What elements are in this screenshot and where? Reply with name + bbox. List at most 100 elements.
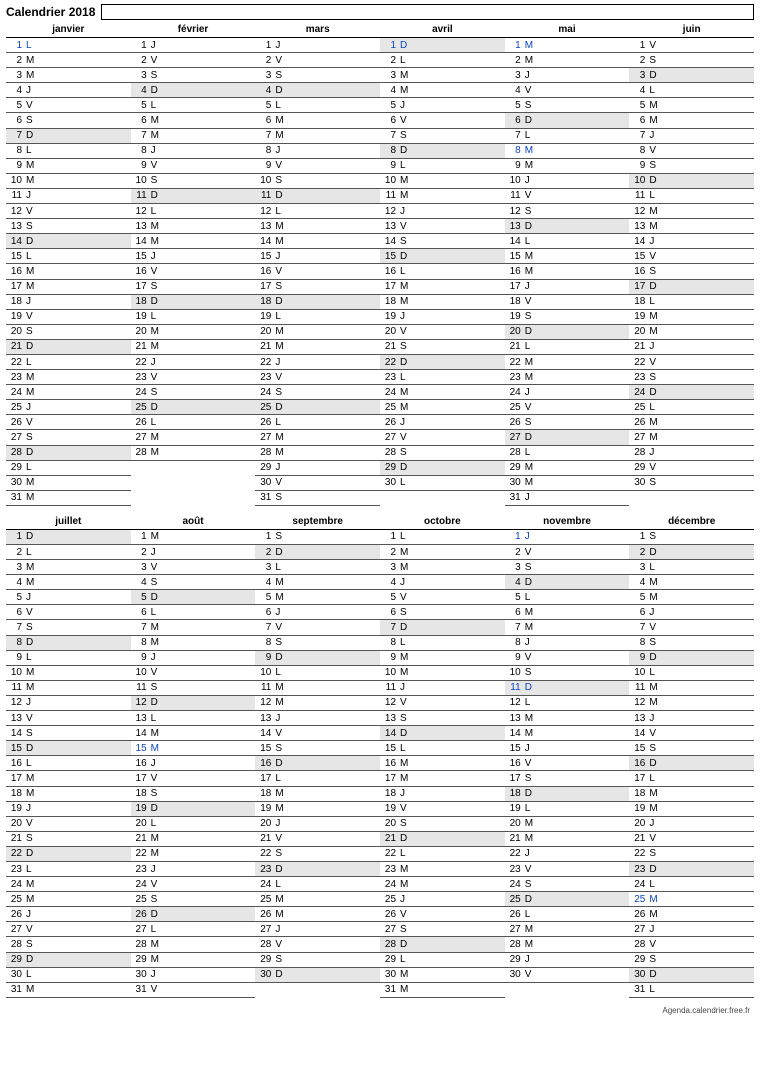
day-cell: 23D xyxy=(629,862,754,877)
day-cell: 8V xyxy=(629,144,754,159)
day-cell: 28M xyxy=(255,446,380,461)
day-cell: 30D xyxy=(629,968,754,983)
day-cell: 30L xyxy=(6,968,131,983)
day-number: 13 xyxy=(8,221,26,232)
day-weekday: L xyxy=(400,637,414,648)
day-cell: 9V xyxy=(255,159,380,174)
day-cell: 30D xyxy=(255,968,380,983)
day-number: 3 xyxy=(257,562,275,573)
day-number: 19 xyxy=(631,803,649,814)
day-number: 23 xyxy=(631,864,649,875)
day-number: 6 xyxy=(133,607,151,618)
day-weekday: J xyxy=(26,697,40,708)
day-number: 11 xyxy=(8,682,26,693)
day-cell: 22S xyxy=(629,847,754,862)
day-number: 1 xyxy=(631,40,649,51)
day-weekday: S xyxy=(151,281,165,292)
day-cell: 6D xyxy=(505,113,630,128)
day-weekday: S xyxy=(26,221,40,232)
day-cell: 12L xyxy=(131,204,256,219)
day-number: 7 xyxy=(631,622,649,633)
day-cell: 27D xyxy=(505,430,630,445)
day-number: 27 xyxy=(8,924,26,935)
day-weekday: L xyxy=(400,372,414,383)
day-cell: 13J xyxy=(629,711,754,726)
day-weekday: V xyxy=(151,55,165,66)
day-number: 14 xyxy=(631,728,649,739)
day-weekday: J xyxy=(275,145,289,156)
day-cell: 8L xyxy=(6,144,131,159)
day-weekday: S xyxy=(649,477,663,488)
day-weekday: D xyxy=(400,833,414,844)
day-weekday: V xyxy=(275,266,289,277)
day-weekday: L xyxy=(400,266,414,277)
day-weekday: S xyxy=(400,607,414,618)
day-weekday: L xyxy=(275,417,289,428)
day-weekday: V xyxy=(151,562,165,573)
month-col-mai: mai1M2M3J4V5S6D7L8M9M10J11V12S13D14L15M1… xyxy=(505,22,630,506)
day-cell: 8D xyxy=(380,144,505,159)
day-number: 29 xyxy=(8,462,26,473)
day-number: 30 xyxy=(631,477,649,488)
day-weekday: M xyxy=(275,326,289,337)
day-cell: 17M xyxy=(380,771,505,786)
day-number: 8 xyxy=(8,145,26,156)
day-number: 11 xyxy=(382,190,400,201)
day-weekday: J xyxy=(26,190,40,201)
day-number: 24 xyxy=(507,387,525,398)
day-number: 15 xyxy=(133,743,151,754)
day-cell: 2M xyxy=(505,53,630,68)
day-weekday: S xyxy=(525,667,539,678)
day-weekday: J xyxy=(525,387,539,398)
day-number: 20 xyxy=(257,326,275,337)
day-weekday: J xyxy=(400,682,414,693)
day-number: 12 xyxy=(257,697,275,708)
day-weekday: S xyxy=(649,743,663,754)
day-cell: 12D xyxy=(131,696,256,711)
day-weekday: J xyxy=(26,296,40,307)
month-col-novembre: novembre1J2V3S4D5L6M7M8J9V10S11D12L13M14… xyxy=(505,514,630,998)
day-weekday: V xyxy=(649,251,663,262)
day-number: 12 xyxy=(382,697,400,708)
day-number: 17 xyxy=(257,281,275,292)
day-number: 1 xyxy=(257,40,275,51)
day-number: 13 xyxy=(507,221,525,232)
day-cell: 3D xyxy=(629,68,754,83)
day-number: 12 xyxy=(631,697,649,708)
day-cell: 2V xyxy=(255,53,380,68)
day-number: 13 xyxy=(133,221,151,232)
day-weekday: M xyxy=(649,909,663,920)
day-cell: 31L xyxy=(629,983,754,998)
day-number: 19 xyxy=(631,311,649,322)
month-col-juin: juin1V2S3D4L5M6M7J8V9S10D11L12M13M14J15V… xyxy=(629,22,754,506)
day-number: 20 xyxy=(631,818,649,829)
day-cell: 27V xyxy=(6,922,131,937)
day-weekday: V xyxy=(151,372,165,383)
day-number: 21 xyxy=(8,833,26,844)
day-number: 6 xyxy=(8,115,26,126)
day-cell: 11V xyxy=(505,189,630,204)
day-weekday: M xyxy=(525,477,539,488)
day-cell: 31J xyxy=(505,491,630,506)
day-weekday: M xyxy=(525,622,539,633)
day-weekday: V xyxy=(275,372,289,383)
title-input-box[interactable] xyxy=(101,4,754,20)
day-number: 2 xyxy=(507,55,525,66)
day-weekday: D xyxy=(525,682,539,693)
day-number: 8 xyxy=(382,145,400,156)
day-weekday: M xyxy=(151,939,165,950)
day-weekday: V xyxy=(400,697,414,708)
day-cell: 31M xyxy=(6,983,131,998)
day-number: 28 xyxy=(507,939,525,950)
day-number: 3 xyxy=(507,70,525,81)
day-number: 22 xyxy=(257,848,275,859)
day-cell: 16V xyxy=(505,756,630,771)
day-number: 1 xyxy=(133,40,151,51)
day-weekday: V xyxy=(26,713,40,724)
day-number: 4 xyxy=(257,85,275,96)
day-number: 21 xyxy=(382,833,400,844)
day-weekday: J xyxy=(649,818,663,829)
day-weekday: J xyxy=(525,70,539,81)
day-number: 14 xyxy=(133,728,151,739)
day-weekday: M xyxy=(26,667,40,678)
